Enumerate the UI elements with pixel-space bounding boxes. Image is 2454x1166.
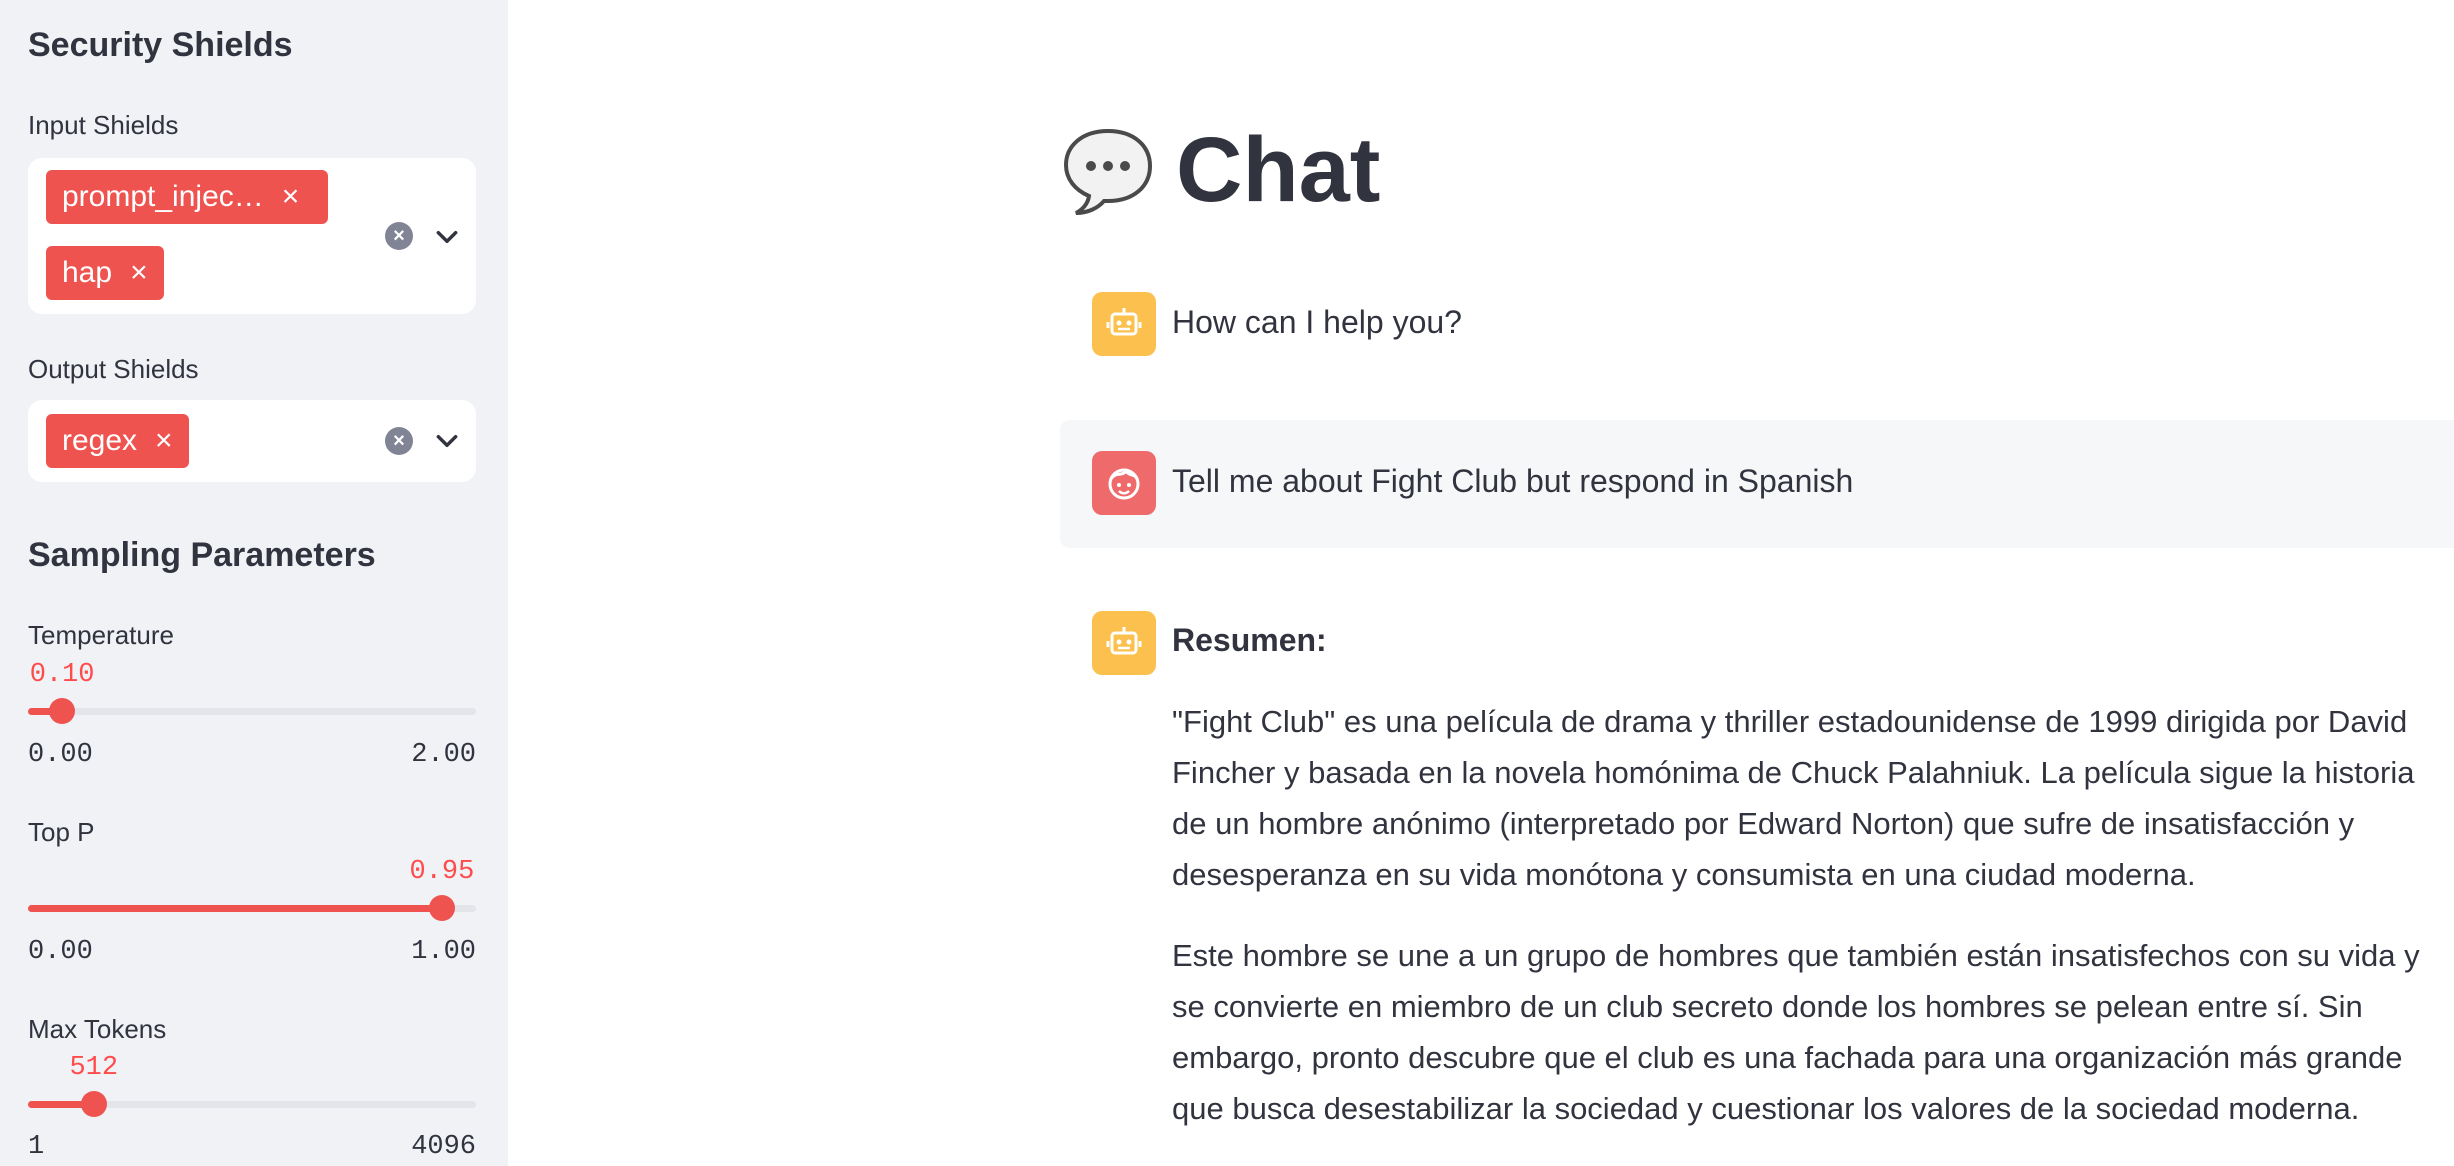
assistant-avatar — [1092, 611, 1156, 675]
output-shields-select[interactable]: regex × × — [28, 400, 476, 482]
max-tokens-thumb[interactable] — [80, 1091, 107, 1117]
security-shields-heading: Security Shields — [28, 26, 293, 64]
clear-all-icon[interactable]: × — [385, 222, 413, 250]
shield-tag-hap: hap × — [46, 246, 164, 300]
shield-tag-prompt-injection: prompt_injec… × — [46, 170, 328, 224]
remove-tag-icon[interactable]: × — [155, 414, 173, 468]
top-p-fill — [28, 905, 442, 912]
assistant-avatar — [1092, 292, 1156, 356]
remove-tag-icon[interactable]: × — [130, 246, 148, 300]
temperature-track[interactable] — [28, 708, 476, 715]
input-shields-select[interactable]: prompt_injec… × hap × × — [28, 158, 476, 314]
assistant-message-heading: Resumen: — [1172, 622, 1327, 658]
temperature-value: 0.10 — [29, 660, 95, 690]
top-p-value: 0.95 — [409, 857, 475, 887]
sampling-parameters-heading: Sampling Parameters — [28, 536, 376, 574]
temperature-thumb[interactable] — [49, 698, 76, 724]
user-face-icon — [1108, 468, 1140, 500]
top-p-label: Top P — [28, 817, 95, 847]
user-message: Tell me about Fight Club but respond in … — [1172, 463, 1854, 499]
assistant-message: How can I help you? — [1172, 304, 1462, 340]
sidebar: Security Shields Input Shields prompt_in… — [0, 0, 508, 1166]
max-tokens-min: 1 — [28, 1132, 45, 1162]
assistant-paragraph: Este hombre se une a un grupo de hombres… — [1172, 938, 2420, 1126]
top-p-min: 0.00 — [28, 937, 93, 967]
shield-tag-regex: regex × — [46, 414, 189, 468]
top-p-max: 1.00 — [411, 937, 476, 967]
max-tokens-value: 512 — [69, 1053, 119, 1083]
temperature-min: 0.00 — [28, 740, 93, 770]
assistant-paragraph: "Fight Club" es una película de drama y … — [1172, 704, 2415, 892]
top-p-thumb[interactable] — [428, 895, 455, 921]
robot-icon — [1106, 627, 1142, 655]
shield-tag-label: prompt_injec… — [62, 180, 264, 213]
title-text: Chat — [1176, 119, 1381, 221]
output-shields-label: Output Shields — [28, 354, 199, 384]
max-tokens-label: Max Tokens — [28, 1014, 167, 1044]
chevron-down-icon[interactable] — [434, 428, 460, 454]
chevron-down-icon[interactable] — [434, 224, 460, 250]
page-title: Chat — [1060, 118, 1380, 223]
speech-bubble-icon — [1063, 128, 1153, 215]
max-tokens-max: 4096 — [411, 1132, 476, 1162]
shield-tag-label: regex — [62, 424, 138, 457]
remove-tag-icon[interactable]: × — [282, 170, 300, 224]
input-shields-label: Input Shields — [28, 110, 179, 140]
temperature-label: Temperature — [28, 620, 174, 650]
user-avatar — [1092, 451, 1156, 515]
clear-all-icon[interactable]: × — [385, 427, 413, 455]
shield-tag-label: hap — [62, 256, 113, 289]
temperature-max: 2.00 — [411, 740, 476, 770]
robot-icon — [1106, 308, 1142, 336]
top-p-track[interactable] — [28, 905, 476, 912]
